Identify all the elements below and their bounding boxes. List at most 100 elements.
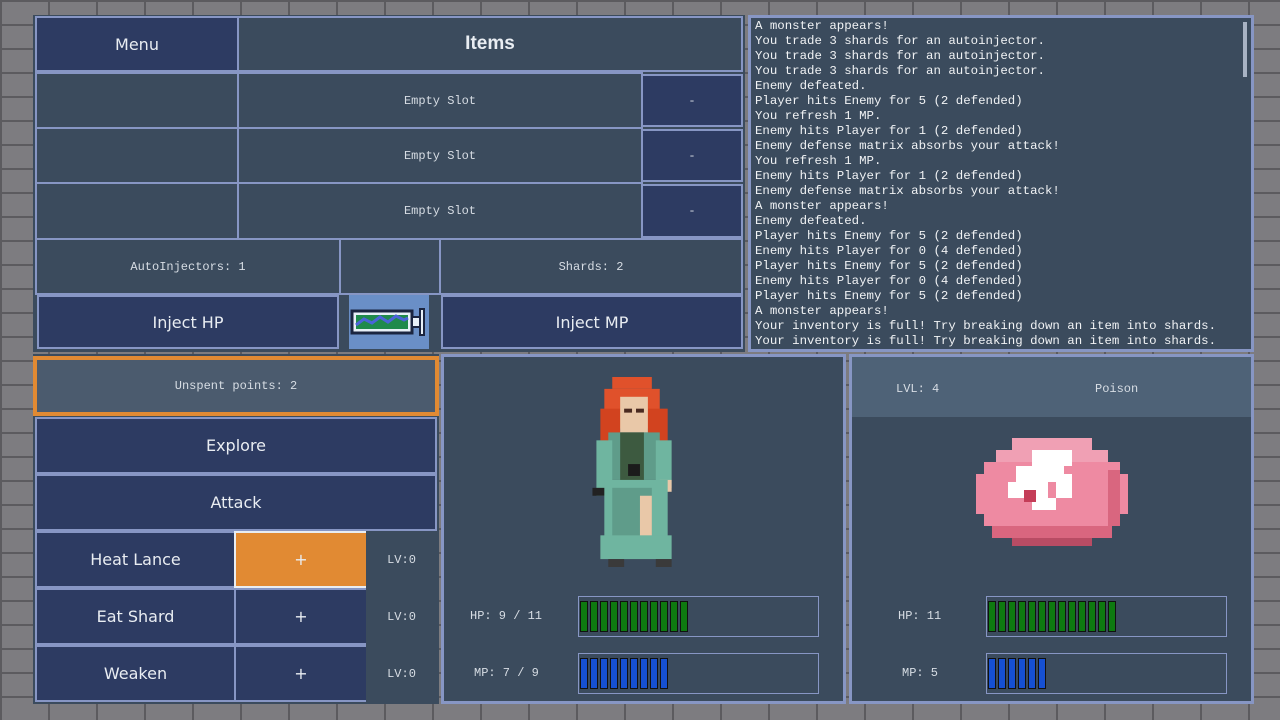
enemy-hp-segment <box>1058 601 1066 632</box>
log-line: Enemy defense matrix absorbs your attack… <box>755 139 1060 153</box>
enemy-hp-segment <box>1038 601 1046 632</box>
skill-heat-lance-level: LV:0 <box>366 531 437 588</box>
player-mp-segment <box>590 658 598 689</box>
explore-label: Explore <box>205 436 267 455</box>
log-line: Player hits Enemy for 5 (2 defended) <box>755 259 1023 273</box>
player-mp-segment <box>580 658 588 689</box>
skill-heat-lance-upgrade-button[interactable]: + <box>234 531 368 588</box>
unspent-points: Unspent points: 2 <box>33 356 439 416</box>
inject-mp-button[interactable]: Inject MP <box>441 295 743 349</box>
log-line: Your inventory is full! Try breaking dow… <box>755 319 1217 333</box>
player-mp-text: MP: 7 / 9 <box>474 666 539 680</box>
log-line: Enemy hits Player for 0 (4 defended) <box>755 274 1023 288</box>
player-mp-segment <box>610 658 618 689</box>
poison-slime-sprite <box>976 438 1128 546</box>
autoinjectors-count: AutoInjectors: 1 <box>35 238 341 295</box>
skill-weaken-level: LV:0 <box>366 645 437 702</box>
inject-hp-button[interactable]: Inject HP <box>37 295 339 349</box>
skill-heat-lance-button[interactable]: Heat Lance <box>35 531 236 588</box>
enemy-hp-segment <box>1088 601 1096 632</box>
slot-icon-1 <box>35 72 239 129</box>
skill-weaken-upgrade-button[interactable]: + <box>234 645 368 702</box>
log-line: You trade 3 shards for an autoinjector. <box>755 64 1045 78</box>
player-mp-segment <box>650 658 658 689</box>
enemy-mp-segment <box>1028 658 1036 689</box>
slot-icon-2 <box>35 127 239 184</box>
slot-1-discard-button[interactable]: - <box>641 74 743 127</box>
log-line: Enemy hits Player for 1 (2 defended) <box>755 124 1023 138</box>
player-hp-segment <box>670 601 678 632</box>
enemy-mp-segment <box>998 658 1006 689</box>
combat-log-scrollbar[interactable] <box>1243 22 1247 77</box>
skill-heat-lance-plus: + <box>294 550 308 569</box>
unspent-points-text: Unspent points: 2 <box>174 379 298 393</box>
combat-log[interactable]: A monster appears! You trade 3 shards for… <box>748 15 1254 352</box>
player-hp-segment <box>580 601 588 632</box>
log-line: You refresh 1 MP. <box>755 154 882 168</box>
items-title: Items <box>465 33 515 54</box>
player-hp-bar <box>578 596 819 637</box>
skill-eat-shard-upgrade-button[interactable]: + <box>234 588 368 645</box>
enemy-hp-segment <box>1028 601 1036 632</box>
enemy-hp-segment <box>998 601 1006 632</box>
enemy-hp-segment <box>1098 601 1106 632</box>
player-hp-segment <box>640 601 648 632</box>
skill-eat-shard-plus: + <box>294 607 308 626</box>
slot-3[interactable]: Empty Slot <box>237 182 643 240</box>
skill-heat-lance-label: Heat Lance <box>90 550 181 569</box>
enemy-hp-bar <box>986 596 1227 637</box>
slot-2-discard-label: - <box>688 148 696 163</box>
enemy-hp-segment <box>1068 601 1076 632</box>
inject-mp-label: Inject MP <box>555 312 629 332</box>
log-line: A monster appears! <box>755 19 889 33</box>
slot-3-label: Empty Slot <box>403 204 476 218</box>
skill-weaken-button[interactable]: Weaken <box>35 645 236 702</box>
counter-spacer <box>339 238 441 295</box>
syringe-icon <box>350 308 425 336</box>
slot-1[interactable]: Empty Slot <box>237 72 643 129</box>
menu-button[interactable]: Menu <box>35 16 239 72</box>
player-hp-segment <box>600 601 608 632</box>
slot-3-discard-label: - <box>688 204 696 218</box>
autoinjectors-text: AutoInjectors: 1 <box>130 259 246 274</box>
player-mp-segment <box>630 658 638 689</box>
enemy-mp-text: MP: 5 <box>902 666 939 680</box>
player-panel: HP: 9 / 11 MP: 7 / 9 <box>441 354 846 704</box>
log-line: A monster appears! <box>755 304 889 318</box>
slot-2-label: Empty Slot <box>403 148 476 163</box>
skill-heat-lance-level-text: LV:0 <box>387 552 416 567</box>
skill-eat-shard-button[interactable]: Eat Shard <box>35 588 236 645</box>
items-header: Items <box>237 16 743 72</box>
player-hp-segment <box>590 601 598 632</box>
player-hp-segment <box>660 601 668 632</box>
log-line: Your inventory is full! Try breaking dow… <box>755 334 1217 348</box>
slot-2[interactable]: Empty Slot <box>237 127 643 184</box>
player-mp-segment <box>620 658 628 689</box>
player-hp-segment <box>620 601 628 632</box>
enemy-mp-segment <box>988 658 996 689</box>
slot-1-discard-label: - <box>688 93 696 108</box>
shards-text: Shards: 2 <box>558 259 624 274</box>
slot-2-discard-button[interactable]: - <box>641 129 743 182</box>
player-hp-segment <box>630 601 638 632</box>
enemy-mp-segment <box>1008 658 1016 689</box>
skill-weaken-label: Weaken <box>103 664 168 683</box>
menu-label: Menu <box>115 34 159 54</box>
explore-button[interactable]: Explore <box>35 417 437 474</box>
log-line: You refresh 1 MP. <box>755 109 882 123</box>
log-line: A monster appears! <box>755 199 889 213</box>
enemy-panel: LVL: 4 Poison HP: 11 MP: 5 <box>849 354 1254 704</box>
attack-button[interactable]: Attack <box>35 474 437 531</box>
enemy-level: LVL: 4 <box>896 382 940 396</box>
enemy-hp-segment <box>1048 601 1056 632</box>
player-hp-segment <box>610 601 618 632</box>
skill-eat-shard-label: Eat Shard <box>96 607 175 626</box>
player-hp-segment <box>680 601 688 632</box>
log-line: Enemy defense matrix absorbs your attack… <box>755 184 1060 198</box>
slot-3-discard-button[interactable]: - <box>641 184 743 238</box>
log-line: You trade 3 shards for an autoinjector. <box>755 49 1045 63</box>
log-line: Player hits Enemy for 5 (2 defended) <box>755 94 1023 108</box>
slot-icon-3 <box>35 182 239 240</box>
log-line: You trade 3 shards for an autoinjector. <box>755 34 1045 48</box>
autoinjector-icon-tile <box>349 295 429 349</box>
